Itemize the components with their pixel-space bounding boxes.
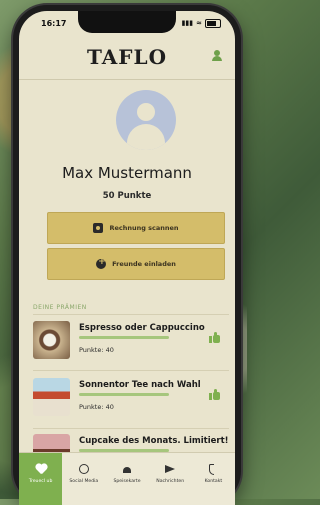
wifi-icon: ≈ (196, 19, 202, 27)
rewards-section-title: DEINE PRÄMIEN (33, 304, 87, 311)
tab-treueclub[interactable]: Treuecl ub (19, 453, 63, 505)
thumbs-up-icon[interactable] (209, 332, 220, 343)
section-divider (33, 314, 229, 315)
scan-receipt-label: Rechnung scannen (109, 224, 179, 232)
reward-image (33, 378, 70, 416)
reward-title: Sonnentor Tee nach Wahl (79, 380, 201, 390)
tab-speisekarte[interactable]: Speisekarte (105, 453, 148, 505)
reward-divider (33, 428, 229, 429)
tab-label: Social Media (69, 479, 99, 484)
camera-icon (93, 223, 104, 233)
user-points: 50 Punkte (102, 191, 152, 201)
scan-receipt-button[interactable]: Rechnung scannen (47, 212, 225, 244)
tab-label: Treuecl ub (28, 479, 53, 484)
status-bar: 16:17 ▮▮▮ ≈ (19, 11, 235, 35)
user-name: Max Mustermann (62, 164, 192, 182)
tab-social-media[interactable]: Social Media (62, 453, 105, 505)
status-icons: ▮▮▮ ≈ (181, 18, 221, 28)
invite-icon (96, 257, 107, 269)
heart-icon (35, 463, 47, 475)
signal-icon: ▮▮▮ (181, 19, 194, 27)
send-icon (164, 463, 176, 475)
tab-label: Speisekarte (113, 479, 141, 484)
tab-label: Kontakt (204, 479, 223, 484)
tab-kontakt[interactable]: Kontakt (192, 453, 235, 505)
tab-nachrichten[interactable]: Nachrichten (149, 453, 192, 505)
status-time: 16:17 (41, 18, 67, 28)
invite-friends-label: Freunde einladen (112, 260, 176, 268)
tab-label: Nachrichten (156, 479, 185, 484)
reward-title: Cupcake des Monats. Limitiert! (79, 436, 229, 446)
bottom-tab-bar: Treuecl ub Social Media Speisekarte Nach… (19, 452, 235, 505)
reward-points: Punkte: 40 (79, 346, 114, 354)
reward-item[interactable]: Espresso oder Cappuccino Punkte: 40 (33, 321, 229, 376)
reward-points: Punkte: 40 (79, 403, 114, 411)
reward-progress-bar (79, 393, 169, 396)
battery-icon (205, 18, 221, 28)
reward-image (33, 321, 70, 359)
reward-item[interactable]: Sonnentor Tee nach Wahl Punkte: 40 (33, 378, 229, 433)
app-header: TAFLO (19, 35, 235, 80)
phone-icon (207, 463, 219, 475)
phone-frame: 16:17 ▮▮▮ ≈ TAFLO Max Mustermann 50 Punk… (13, 5, 241, 505)
app-logo: TAFLO (87, 45, 167, 69)
app-screen: 16:17 ▮▮▮ ≈ TAFLO Max Mustermann 50 Punk… (19, 11, 235, 505)
reward-title: Espresso oder Cappuccino (79, 323, 205, 333)
menu-icon (121, 463, 133, 475)
invite-friends-button[interactable]: Freunde einladen (47, 248, 225, 280)
profile-icon[interactable] (211, 50, 223, 62)
reward-divider (33, 370, 229, 371)
reward-progress-bar (79, 336, 169, 339)
share-icon (78, 463, 90, 475)
thumbs-up-icon[interactable] (209, 389, 220, 400)
avatar (116, 90, 176, 150)
